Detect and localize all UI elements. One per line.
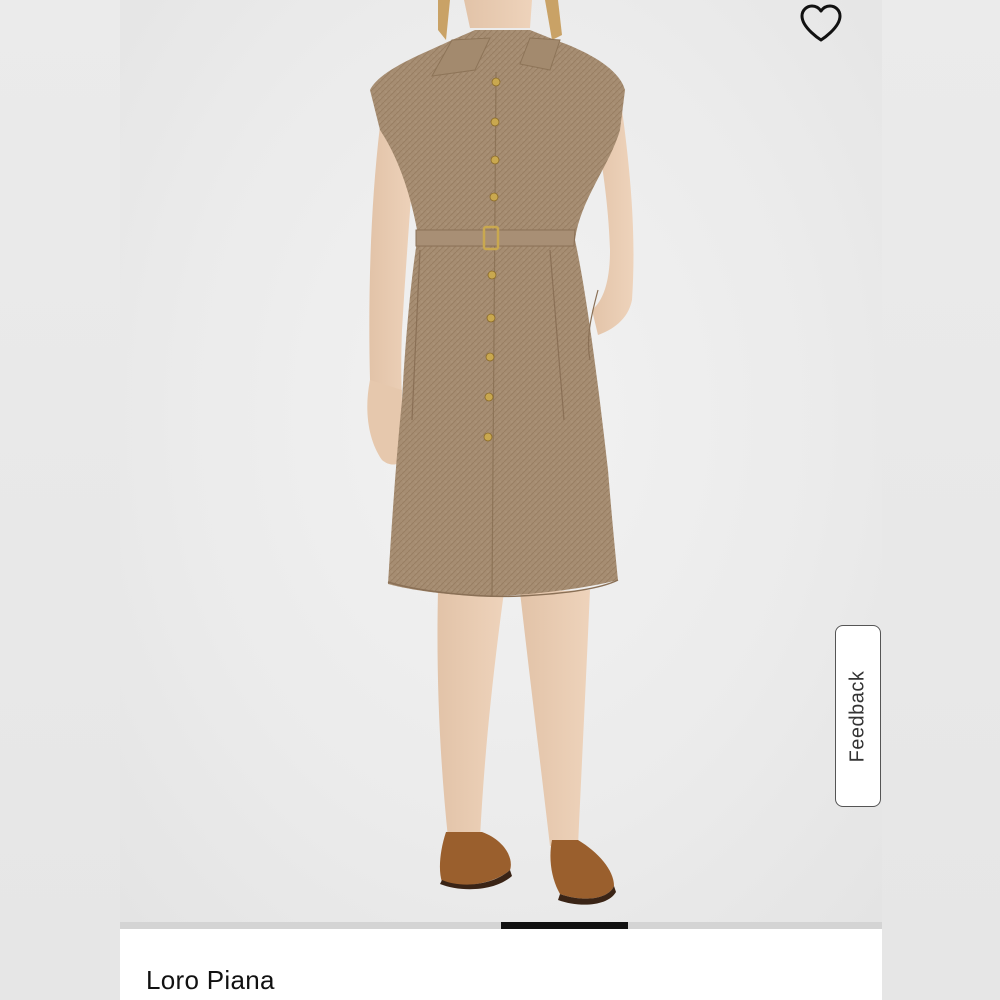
feedback-label: Feedback — [846, 670, 869, 762]
carousel-active-segment — [501, 922, 628, 929]
product-image[interactable] — [120, 0, 882, 922]
product-page: Feedback Loro Piana — [0, 0, 1000, 1000]
wishlist-button[interactable] — [797, 0, 845, 46]
feedback-tab[interactable]: Feedback — [835, 625, 881, 807]
carousel-indicator[interactable] — [120, 922, 882, 929]
brand-name[interactable]: Loro Piana — [146, 965, 275, 996]
product-info-panel: Loro Piana — [120, 929, 882, 1000]
left-backdrop — [0, 0, 120, 1000]
heart-outline-icon — [800, 4, 842, 42]
model-illustration — [367, 0, 634, 905]
right-backdrop — [882, 0, 1000, 1000]
